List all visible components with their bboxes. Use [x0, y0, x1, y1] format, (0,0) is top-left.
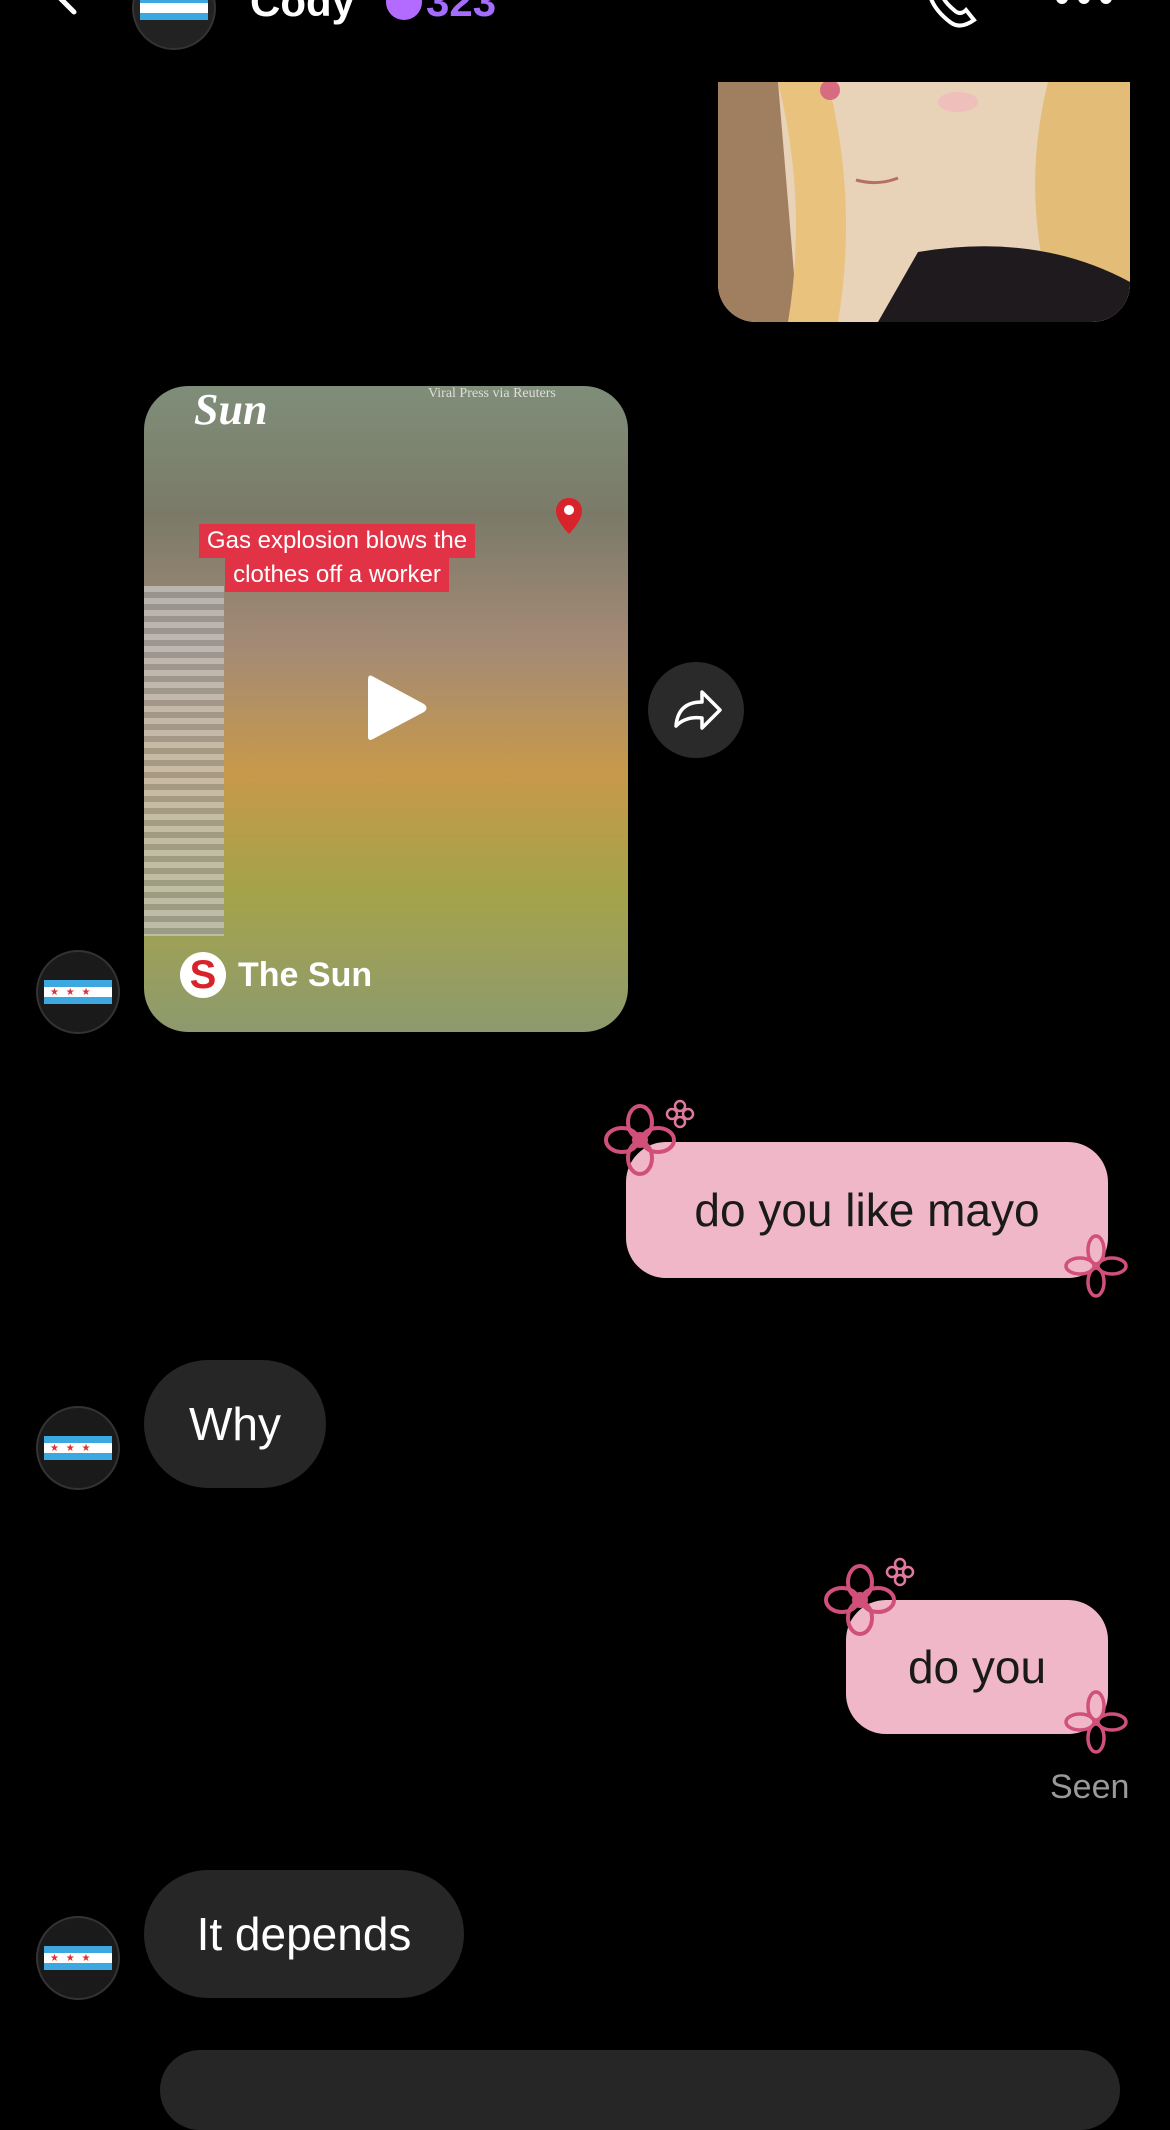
play-icon[interactable]	[354, 668, 434, 748]
shared-image[interactable]	[718, 82, 1130, 322]
video-watermark: Viral Press via Reuters	[428, 386, 556, 401]
sender-avatar[interactable]: ★ ★ ★	[36, 950, 120, 1034]
phone-icon[interactable]	[920, 0, 990, 32]
seen-indicator: Seen	[1050, 1768, 1130, 1806]
share-arrow-icon	[674, 690, 722, 730]
flower-sticker-icon	[1064, 1690, 1128, 1754]
chat-header: Cody 323	[0, 0, 1170, 70]
headline-line-1: Gas explosion blows the	[198, 524, 476, 558]
flower-sticker-icon	[1064, 1234, 1128, 1298]
anime-illustration	[718, 82, 1130, 322]
video-background-shutter	[144, 586, 224, 936]
video-headline: Gas explosion blows the clothes off a wo…	[190, 524, 484, 592]
incoming-message[interactable]: It depends	[144, 1870, 464, 1998]
contact-name[interactable]: Cody	[250, 0, 355, 26]
flame-icon	[386, 0, 422, 20]
source-logo: S	[180, 952, 226, 998]
location-pin-icon	[556, 498, 582, 534]
message-text: do you like mayo	[694, 1184, 1040, 1236]
outgoing-message[interactable]: do you like mayo	[626, 1142, 1108, 1278]
small-flower-icon	[665, 1099, 695, 1129]
sender-avatar[interactable]: ★ ★ ★	[36, 1916, 120, 2000]
video-source: S The Sun	[180, 952, 372, 998]
contact-avatar[interactable]	[132, 0, 216, 50]
message-text: do you	[907, 1641, 1047, 1693]
small-flower-icon	[885, 1557, 915, 1587]
streak-badge: 323	[386, 0, 496, 26]
brand-logo: Sun	[194, 386, 268, 434]
source-name: The Sun	[238, 955, 373, 994]
headline-line-2: clothes off a worker	[225, 558, 449, 592]
incoming-message-partial[interactable]	[160, 2050, 1120, 2130]
streak-count: 323	[426, 0, 497, 25]
shared-video-card[interactable]: Sun Viral Press via Reuters Gas explosio…	[144, 386, 628, 1032]
sender-avatar[interactable]: ★ ★ ★	[36, 1406, 120, 1490]
incoming-message[interactable]: Why	[144, 1360, 326, 1488]
ellipsis-icon[interactable]	[1054, 0, 1114, 8]
message-text: Why	[189, 1398, 281, 1450]
share-button[interactable]	[648, 662, 744, 758]
message-text: It depends	[196, 1908, 412, 1960]
chevron-left-icon[interactable]	[40, 0, 90, 20]
